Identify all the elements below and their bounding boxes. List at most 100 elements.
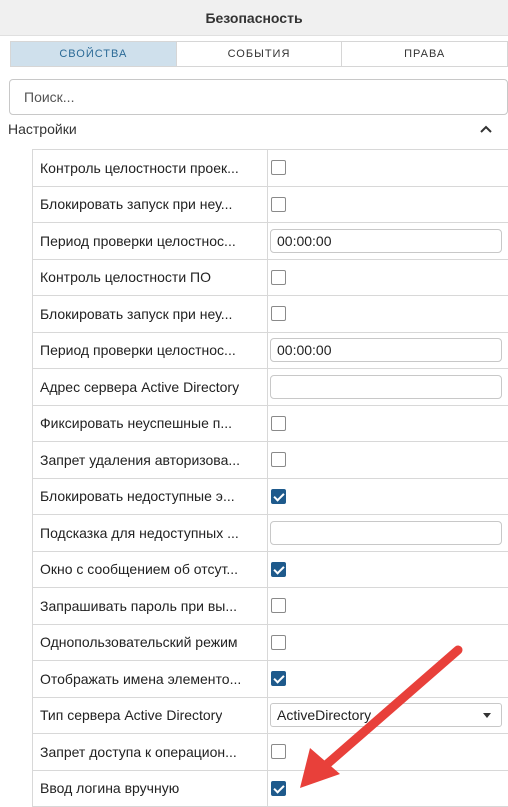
property-grid: Контроль целостности проек... Блокировать… (32, 149, 508, 807)
checkbox-checked[interactable] (271, 562, 286, 577)
property-label: Контроль целостности ПО (40, 269, 211, 285)
property-label-cell: Фиксировать неуспешные п... (33, 406, 268, 442)
property-label-cell: Адрес сервера Active Directory (33, 369, 268, 405)
property-value-cell: ActiveDirectory (268, 698, 508, 734)
property-label: Период проверки целостнос... (40, 342, 236, 358)
property-value-cell (268, 661, 508, 697)
select-value: ActiveDirectory (277, 707, 371, 723)
property-row: Запрет удаления авторизова... (33, 442, 508, 479)
property-label: Однопользовательский режим (40, 634, 238, 650)
checkbox-unchecked[interactable] (271, 270, 286, 285)
checkbox-checked[interactable] (271, 489, 286, 504)
property-value-cell (268, 552, 508, 588)
property-value-cell (268, 771, 508, 807)
property-row: Адрес сервера Active Directory (33, 369, 508, 406)
chevron-up-icon[interactable] (478, 122, 494, 136)
property-label-cell: Контроль целостности ПО (33, 260, 268, 296)
property-value-cell (268, 625, 508, 661)
property-text-field[interactable] (270, 338, 502, 362)
property-row: Блокировать запуск при неу... (33, 296, 508, 333)
search-input[interactable] (9, 79, 508, 115)
property-text-field[interactable] (270, 521, 502, 545)
property-text-field[interactable] (270, 229, 502, 253)
property-value-cell (268, 588, 508, 624)
checkbox-unchecked[interactable] (271, 416, 286, 431)
property-label: Фиксировать неуспешные п... (40, 415, 232, 431)
property-row: Период проверки целостнос... (33, 223, 508, 260)
property-label: Подсказка для недоступных ... (40, 525, 239, 541)
property-label: Окно с сообщением об отсут... (40, 561, 238, 577)
section-title: Настройки (8, 121, 77, 137)
property-label: Контроль целостности проек... (40, 160, 239, 176)
property-row: Блокировать недоступные э... (33, 479, 508, 516)
checkbox-unchecked[interactable] (271, 598, 286, 613)
property-label-cell: Запрет доступа к операцион... (33, 734, 268, 770)
property-row: Окно с сообщением об отсут... (33, 552, 508, 589)
checkbox-unchecked[interactable] (271, 635, 286, 650)
property-select[interactable]: ActiveDirectory (270, 703, 502, 727)
property-row: Тип сервера Active Directory ActiveDirect… (33, 698, 508, 735)
property-label: Блокировать недоступные э... (40, 488, 235, 504)
property-label-cell: Период проверки целостнос... (33, 333, 268, 369)
property-row: Блокировать запуск при неу... (33, 187, 508, 224)
property-value-cell (268, 150, 508, 186)
property-value-cell (268, 296, 508, 332)
property-label: Период проверки целостнос... (40, 233, 236, 249)
property-label-cell: Период проверки целостнос... (33, 223, 268, 259)
property-row: Подсказка для недоступных ... (33, 515, 508, 552)
chevron-down-icon (483, 713, 491, 718)
property-label: Запрашивать пароль при вы... (40, 598, 237, 614)
checkbox-unchecked[interactable] (271, 744, 286, 759)
property-label-cell: Блокировать запуск при неу... (33, 296, 268, 332)
checkbox-checked[interactable] (271, 781, 286, 796)
property-label-cell: Блокировать запуск при неу... (33, 187, 268, 223)
property-label: Отображать имена элементо... (40, 671, 241, 687)
property-value-cell (268, 260, 508, 296)
property-row: Ввод логина вручную (33, 771, 508, 807)
checkbox-unchecked[interactable] (271, 197, 286, 212)
checkbox-unchecked[interactable] (271, 306, 286, 321)
property-label-cell: Запрет удаления авторизова... (33, 442, 268, 478)
tab-bar: СВОЙСТВА СОБЫТИЯ ПРАВА (10, 41, 508, 67)
property-value-cell (268, 369, 508, 405)
checkbox-unchecked[interactable] (271, 452, 286, 467)
property-row: Отображать имена элементо... (33, 661, 508, 698)
property-row: Запрашивать пароль при вы... (33, 588, 508, 625)
property-value-cell (268, 333, 508, 369)
property-label: Блокировать запуск при неу... (40, 306, 232, 322)
property-label-cell: Окно с сообщением об отсут... (33, 552, 268, 588)
property-label: Тип сервера Active Directory (40, 707, 222, 723)
property-row: Период проверки целостнос... (33, 333, 508, 370)
property-row: Однопользовательский режим (33, 625, 508, 662)
property-value-cell (268, 187, 508, 223)
tab-properties[interactable]: СВОЙСТВА (11, 42, 177, 66)
property-row: Контроль целостности проек... (33, 150, 508, 187)
property-row: Контроль целостности ПО (33, 260, 508, 297)
panel-title: Безопасность (205, 10, 302, 26)
property-label: Блокировать запуск при неу... (40, 196, 232, 212)
property-label-cell: Подсказка для недоступных ... (33, 515, 268, 551)
property-row: Запрет доступа к операцион... (33, 734, 508, 771)
property-label-cell: Блокировать недоступные э... (33, 479, 268, 515)
property-label: Ввод логина вручную (40, 780, 179, 796)
property-label-cell: Запрашивать пароль при вы... (33, 588, 268, 624)
property-value-cell (268, 515, 508, 551)
property-label-cell: Однопользовательский режим (33, 625, 268, 661)
property-value-cell (268, 223, 508, 259)
property-value-cell (268, 406, 508, 442)
property-text-field[interactable] (270, 375, 502, 399)
property-value-cell (268, 442, 508, 478)
tab-permissions[interactable]: ПРАВА (342, 42, 507, 66)
panel-header: Безопасность (0, 0, 508, 36)
property-value-cell (268, 479, 508, 515)
checkbox-checked[interactable] (271, 671, 286, 686)
property-label: Запрет удаления авторизова... (40, 452, 240, 468)
checkbox-unchecked[interactable] (271, 160, 286, 175)
property-value-cell (268, 734, 508, 770)
tab-events[interactable]: СОБЫТИЯ (177, 42, 343, 66)
property-row: Фиксировать неуспешные п... (33, 406, 508, 443)
property-label-cell: Контроль целостности проек... (33, 150, 268, 186)
property-label-cell: Отображать имена элементо... (33, 661, 268, 697)
property-label-cell: Тип сервера Active Directory (33, 698, 268, 734)
property-label: Запрет доступа к операцион... (40, 744, 237, 760)
